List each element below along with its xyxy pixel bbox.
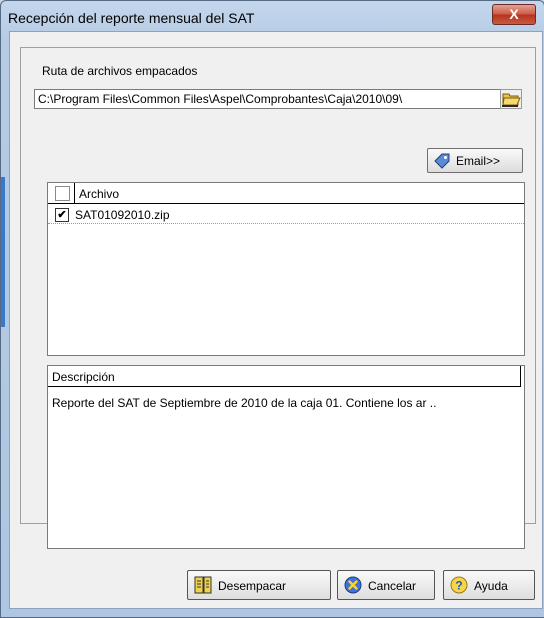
window-title: Recepción del reporte mensual del SAT xyxy=(8,10,255,26)
help-button-label: Ayuda xyxy=(474,579,508,593)
cancel-button[interactable]: Cancelar xyxy=(337,570,435,600)
window-edge xyxy=(1,177,5,327)
cancel-button-label: Cancelar xyxy=(368,579,417,593)
email-button-label: Email>> xyxy=(456,154,501,168)
description-text: Reporte del SAT de Septiembre de 2010 de… xyxy=(52,396,437,410)
description-box[interactable]: Descripción Reporte del SAT de Septiembr… xyxy=(47,365,525,549)
help-button[interactable]: ? Ayuda xyxy=(443,570,535,600)
help-icon: ? xyxy=(450,576,468,594)
description-header-label: Descripción xyxy=(52,370,115,384)
svg-text:?: ? xyxy=(455,579,462,593)
dialog-client: Ruta de archivos empacados C:\Program Fi… xyxy=(9,31,543,609)
close-button[interactable]: X xyxy=(492,4,536,25)
unpack-button[interactable]: Desempacar xyxy=(187,570,331,600)
path-label: Ruta de archivos empacados xyxy=(42,64,198,78)
path-value: C:\Program Files\Common Files\Aspel\Comp… xyxy=(38,92,403,106)
email-button[interactable]: Email>> xyxy=(427,148,523,173)
list-item[interactable]: ✔ SAT01092010.zip xyxy=(48,205,524,224)
file-checkbox[interactable]: ✔ xyxy=(55,208,69,222)
folder-open-icon xyxy=(502,93,521,107)
unpack-button-label: Desempacar xyxy=(218,579,287,593)
dialog-window: Recepción del reporte mensual del SAT X … xyxy=(0,0,544,618)
file-name: SAT01092010.zip xyxy=(75,208,170,222)
unpack-icon xyxy=(194,576,212,594)
cancel-icon xyxy=(344,576,362,594)
file-list[interactable]: Archivo ✔ SAT01092010.zip xyxy=(47,182,525,356)
path-input[interactable]: C:\Program Files\Common Files\Aspel\Comp… xyxy=(34,89,521,109)
description-header: Descripción xyxy=(48,366,521,387)
email-tag-icon xyxy=(434,153,450,169)
title-bar: Recepción del reporte mensual del SAT X xyxy=(1,1,544,33)
file-list-header: Archivo xyxy=(48,183,524,204)
select-all-checkbox[interactable] xyxy=(55,186,70,201)
close-icon: X xyxy=(509,6,519,22)
header-divider xyxy=(74,183,75,203)
browse-folder-button[interactable] xyxy=(500,89,522,109)
column-header-archivo: Archivo xyxy=(79,187,120,201)
